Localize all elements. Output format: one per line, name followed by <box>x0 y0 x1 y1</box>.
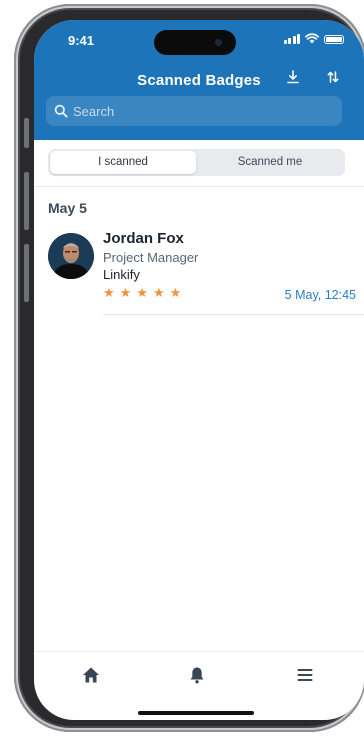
sort-button[interactable] <box>326 70 340 87</box>
download-icon <box>287 70 299 84</box>
search-icon <box>54 104 68 118</box>
search-placeholder: Search <box>73 103 115 119</box>
menu-icon <box>297 669 313 681</box>
rating-stars: ★ ★ ★ ★ ★ <box>103 286 181 300</box>
contact-job-title: Project Manager <box>103 250 199 265</box>
segmented-control: I scanned Scanned me <box>48 149 345 176</box>
search-input[interactable]: Search <box>46 96 342 126</box>
row-divider <box>103 314 364 315</box>
tab-scanned-me[interactable]: Scanned me <box>197 151 343 174</box>
avatar <box>48 233 94 279</box>
nav-menu[interactable] <box>294 664 316 686</box>
star-icon: ★ <box>136 285 148 300</box>
action-button <box>24 118 29 148</box>
status-time: 9:41 <box>68 33 95 48</box>
bell-icon <box>190 667 204 684</box>
page-title: Scanned Badges <box>137 72 261 89</box>
star-icon: ★ <box>169 285 182 300</box>
star-icon: ★ <box>103 285 115 300</box>
download-button[interactable] <box>286 70 300 87</box>
tab-i-scanned[interactable]: I scanned <box>50 151 196 174</box>
contact-name: Jordan Fox <box>103 230 184 247</box>
battery-icon <box>324 35 344 44</box>
avatar-photo <box>48 233 94 279</box>
phone-frame: 9:41 Scanned Badges Search I scanned Sca… <box>14 4 364 732</box>
home-icon <box>83 667 99 683</box>
scan-timestamp: 5 May, 12:45 <box>284 288 356 302</box>
contact-company: Linkify <box>103 267 140 282</box>
bottom-nav-divider <box>34 651 364 652</box>
camera-dot <box>215 39 222 46</box>
signal-icon <box>283 33 300 44</box>
home-indicator <box>138 711 254 715</box>
app-header: 9:41 Scanned Badges Search <box>34 20 364 140</box>
divider <box>34 186 364 187</box>
nav-home[interactable] <box>80 664 102 686</box>
volume-up-button <box>24 172 29 230</box>
volume-down-button <box>24 244 29 302</box>
app-screen: 9:41 Scanned Badges Search I scanned Sca… <box>34 20 364 720</box>
star-icon: ★ <box>152 285 165 300</box>
wifi-icon <box>305 33 319 44</box>
star-icon: ★ <box>119 285 132 300</box>
date-group-header: May 5 <box>48 200 87 216</box>
nav-notifications[interactable] <box>186 664 208 686</box>
sort-arrows-icon <box>327 71 339 83</box>
dynamic-island <box>154 30 236 55</box>
status-icons <box>283 33 344 44</box>
